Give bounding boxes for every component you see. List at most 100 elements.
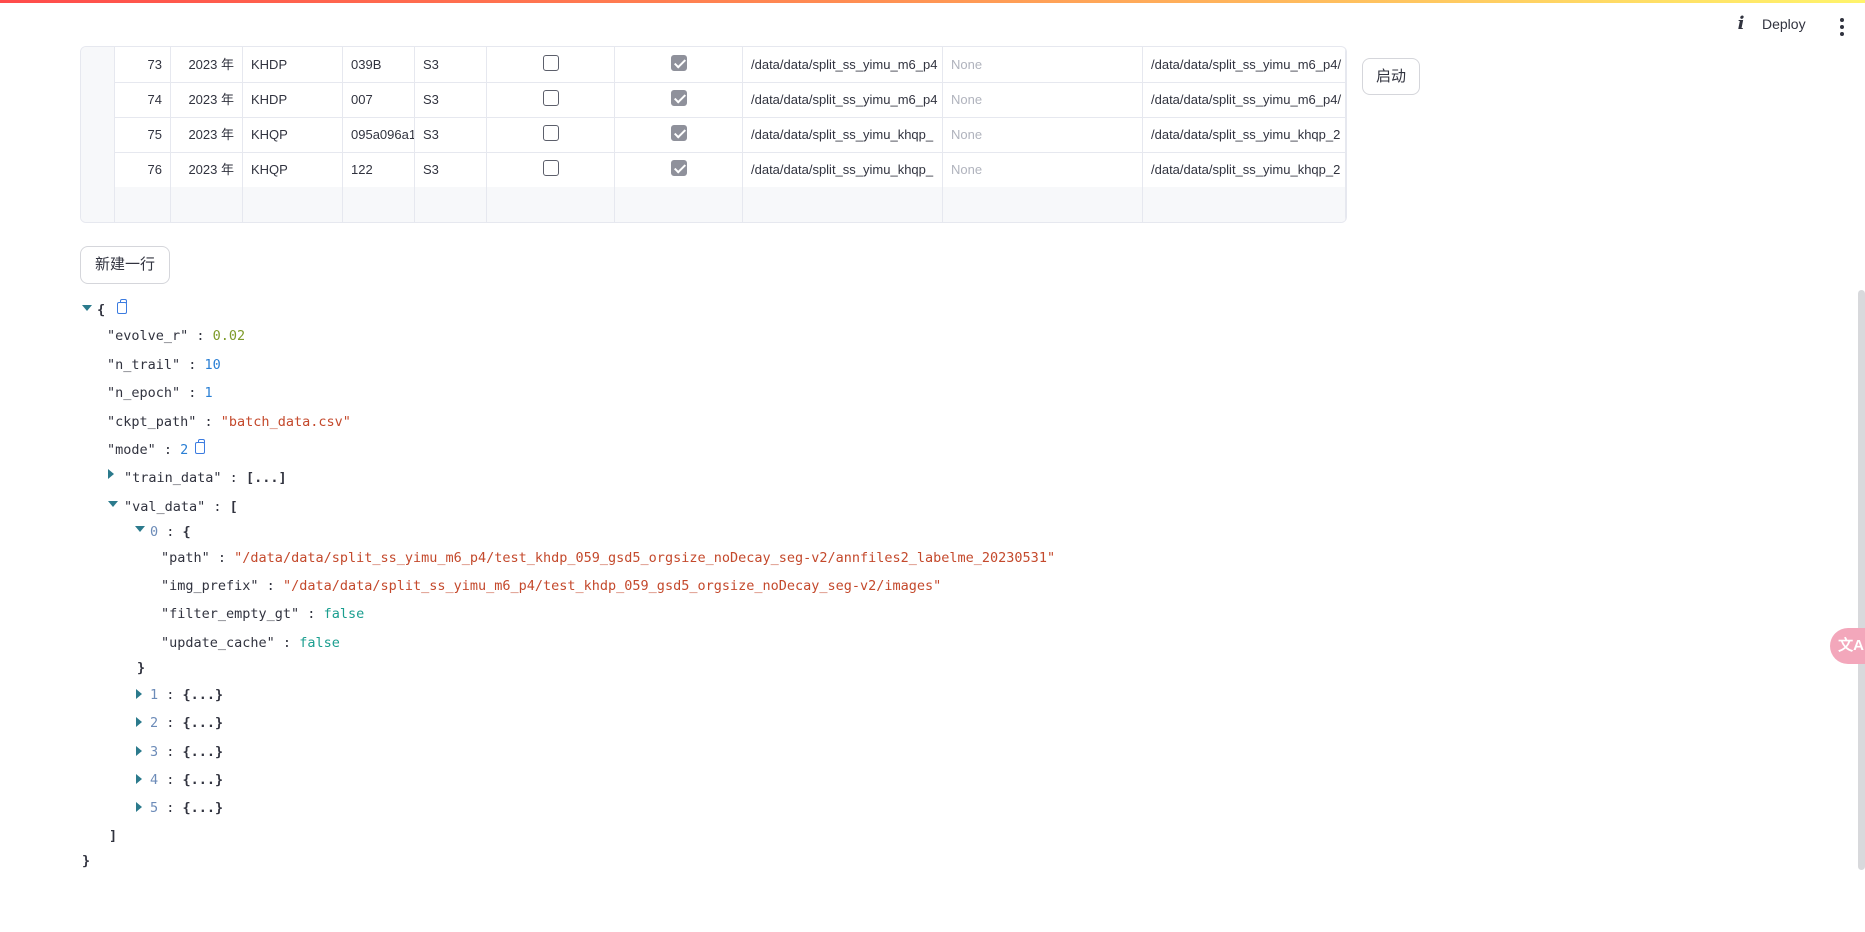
table-cell-value[interactable] <box>943 187 1143 222</box>
row-index-cell[interactable] <box>81 187 115 222</box>
table-cell-type[interactable]: KHDP <box>243 47 343 82</box>
table-cell-path2[interactable]: /data/data/split_ss_yimu_khqp_2 <box>1143 152 1346 187</box>
table-cell-index[interactable] <box>115 187 171 222</box>
table-cell-path1[interactable]: /data/data/split_ss_yimu_khqp_ <box>743 117 943 152</box>
table-empty-row[interactable] <box>81 187 1346 222</box>
table-cell-path2[interactable]: /data/data/split_ss_yimu_m6_p4/ <box>1143 82 1346 117</box>
table-cell-stage[interactable]: S3 <box>415 117 487 152</box>
table-cell-index[interactable]: 75 <box>115 117 171 152</box>
table-cell-type[interactable]: KHQP <box>243 152 343 187</box>
json-collapsed-item: 1 : {...} <box>150 687 224 703</box>
table-cell-type[interactable] <box>243 187 343 222</box>
table-row[interactable]: 75 2023 年 KHQP 095a096a1 S3/data/data/split_… <box>81 117 1346 153</box>
table-cell-index[interactable]: 73 <box>115 47 171 82</box>
json-entry-update-cache: "update_cache" : false <box>161 635 340 651</box>
table-cell-path2[interactable] <box>1143 187 1346 222</box>
copy-icon[interactable] <box>117 299 127 314</box>
table-checkbox[interactable] <box>671 55 687 71</box>
table-cell-stage[interactable] <box>415 187 487 222</box>
row-index-cell[interactable] <box>81 152 115 187</box>
table-checkbox[interactable] <box>671 90 687 106</box>
table-checkbox[interactable] <box>543 125 559 141</box>
table-cell-check2[interactable] <box>615 152 743 187</box>
table-cell-stage[interactable]: S3 <box>415 82 487 117</box>
data-editor-table: 73 2023 年 KHDP 039B S3/data/data/split_ss_yi… <box>80 46 1347 223</box>
add-row-button[interactable]: 新建一行 <box>80 246 170 284</box>
table-cell-check1[interactable] <box>487 152 615 187</box>
table-cell-check2[interactable] <box>615 117 743 152</box>
expand-triangle-icon[interactable] <box>136 802 142 812</box>
table-cell-value[interactable]: None <box>943 152 1143 187</box>
table-cell-id[interactable] <box>343 187 415 222</box>
table-cell-path1[interactable]: /data/data/split_ss_yimu_m6_p4 <box>743 82 943 117</box>
table-cell-value[interactable]: None <box>943 47 1143 82</box>
table-cell-value[interactable]: None <box>943 117 1143 152</box>
table-checkbox[interactable] <box>671 160 687 176</box>
start-button[interactable]: 启动 <box>1362 58 1420 95</box>
table-cell-year[interactable]: 2023 年 <box>171 47 243 82</box>
table-cell-year[interactable]: 2023 年 <box>171 152 243 187</box>
expand-triangle-icon[interactable] <box>136 689 142 699</box>
expand-triangle-icon[interactable] <box>136 774 142 784</box>
copy-icon[interactable] <box>195 439 205 454</box>
table-cell-stage[interactable]: S3 <box>415 47 487 82</box>
deploy-button[interactable]: Deploy <box>1762 12 1806 36</box>
table-cell-id[interactable]: 039B <box>343 47 415 82</box>
table-cell-path2[interactable]: /data/data/split_ss_yimu_m6_p4/ <box>1143 47 1346 82</box>
info-icon[interactable]: i <box>1731 12 1751 36</box>
table-cell-year[interactable]: 2023 年 <box>171 82 243 117</box>
json-collapsed-item: 4 : {...} <box>150 772 224 788</box>
table-cell-path2[interactable]: /data/data/split_ss_yimu_khqp_2 <box>1143 117 1346 152</box>
table-cell-year[interactable]: 2023 年 <box>171 117 243 152</box>
table-cell-index[interactable]: 74 <box>115 82 171 117</box>
expand-triangle-icon[interactable] <box>136 746 142 756</box>
table-checkbox[interactable] <box>543 55 559 71</box>
json-entry-val-data: "val_data" : [ <box>124 499 238 515</box>
row-index-cell[interactable] <box>81 82 115 117</box>
table-cell-type[interactable]: KHQP <box>243 117 343 152</box>
table-cell-check2[interactable] <box>615 47 743 82</box>
table-cell-id[interactable]: 007 <box>343 82 415 117</box>
table-cell-check2[interactable] <box>615 187 743 222</box>
json-entry-n-trail: "n_trail" : 10 <box>107 357 221 373</box>
translate-icon[interactable]: 文A <box>1830 628 1865 664</box>
json-entry-path: "path" : "/data/data/split_ss_yimu_m6_p4… <box>161 550 1056 566</box>
table-checkbox[interactable] <box>543 160 559 176</box>
row-index-cell[interactable] <box>81 117 115 152</box>
table-cell-check1[interactable] <box>487 117 615 152</box>
table-checkbox[interactable] <box>543 90 559 106</box>
expand-triangle-icon[interactable] <box>136 717 142 727</box>
table-cell-index[interactable]: 76 <box>115 152 171 187</box>
collapse-triangle-icon[interactable] <box>135 526 145 532</box>
table-cell-check2[interactable] <box>615 82 743 117</box>
table-cell-check1[interactable] <box>487 47 615 82</box>
table-cell-check1[interactable] <box>487 82 615 117</box>
json-entry-mode: "mode" : 2 <box>107 442 189 458</box>
row-index-cell[interactable] <box>81 47 115 82</box>
json-root-open: { <box>97 302 106 318</box>
json-root-close: } <box>82 853 91 869</box>
table-cell-type[interactable]: KHDP <box>243 82 343 117</box>
table-cell-check1[interactable] <box>487 187 615 222</box>
expand-triangle-icon[interactable] <box>108 469 114 479</box>
table-cell-id[interactable]: 095a096a1 <box>343 117 415 152</box>
json-entry-val-item-0: 0 : { <box>150 524 191 540</box>
table-cell-path1[interactable]: /data/data/split_ss_yimu_m6_p4 <box>743 47 943 82</box>
table-cell-path1[interactable] <box>743 187 943 222</box>
table-cell-value[interactable]: None <box>943 82 1143 117</box>
json-entry-ckpt-path: "ckpt_path" : "batch_data.csv" <box>107 414 351 430</box>
table-checkbox[interactable] <box>671 125 687 141</box>
collapse-triangle-icon[interactable] <box>108 501 118 507</box>
page-scrollbar[interactable] <box>1858 290 1865 870</box>
table-cell-id[interactable]: 122 <box>343 152 415 187</box>
more-vert-icon[interactable] <box>1836 12 1848 36</box>
collapse-triangle-icon[interactable] <box>82 305 92 311</box>
json-array-close: ] <box>109 828 118 844</box>
json-entry-filter-empty-gt: "filter_empty_gt" : false <box>161 606 365 622</box>
table-row[interactable]: 76 2023 年 KHQP 122 S3/data/data/split_ss_yim… <box>81 152 1346 188</box>
table-cell-year[interactable] <box>171 187 243 222</box>
table-row[interactable]: 74 2023 年 KHDP 007 S3/data/data/split_ss_yim… <box>81 82 1346 118</box>
table-cell-stage[interactable]: S3 <box>415 152 487 187</box>
table-row[interactable]: 73 2023 年 KHDP 039B S3/data/data/split_ss_yi… <box>81 47 1346 83</box>
table-cell-path1[interactable]: /data/data/split_ss_yimu_khqp_ <box>743 152 943 187</box>
